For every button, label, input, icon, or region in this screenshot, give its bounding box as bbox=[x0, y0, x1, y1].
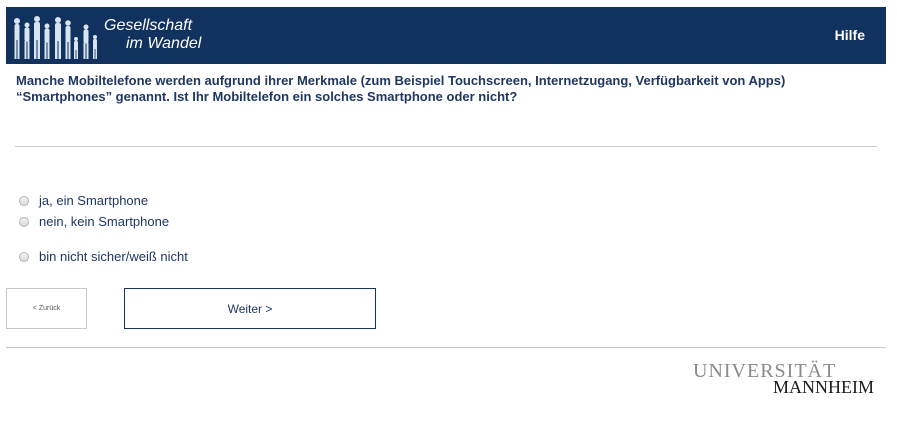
logo-title-line1: Gesellschaft bbox=[104, 17, 193, 34]
help-link[interactable]: Hilfe bbox=[835, 27, 865, 43]
radio-button[interactable] bbox=[19, 195, 29, 206]
answer-option-label: nein, kein Smartphone bbox=[39, 214, 170, 229]
next-button[interactable]: Weiter > bbox=[124, 288, 376, 329]
people-silhouettes-icon bbox=[14, 16, 97, 59]
answer-option-yes[interactable]: ja, ein Smartphone bbox=[19, 193, 148, 208]
back-button[interactable]: < Zurück bbox=[6, 288, 87, 329]
answer-option-no[interactable]: nein, kein Smartphone bbox=[19, 214, 169, 229]
question-line1: Manche Mobiltelefone werden aufgrund ihr… bbox=[16, 73, 786, 88]
header-bar: Gesellschaft im Wandel Hilfe bbox=[6, 7, 886, 64]
divider bbox=[15, 146, 877, 147]
university-mannheim-logo: UNIVERSITÄT MANNHEIM bbox=[693, 360, 875, 400]
answer-option-label: ja, ein Smartphone bbox=[39, 193, 149, 208]
question-line2: “Smartphones” genannt. Ist Ihr Mobiltele… bbox=[16, 89, 518, 104]
logo-title-line2: im Wandel bbox=[126, 35, 202, 52]
radio-button[interactable] bbox=[19, 216, 29, 227]
divider bbox=[6, 347, 886, 348]
radio-button[interactable] bbox=[19, 251, 29, 262]
gesellschaft-im-wandel-logo: Gesellschaft im Wandel bbox=[10, 11, 210, 63]
question-text: Manche Mobiltelefone werden aufgrund ihr… bbox=[16, 73, 876, 105]
answer-option-unsure[interactable]: bin nicht sicher/weiß nicht bbox=[19, 249, 188, 264]
university-logo-line2: MANNHEIM bbox=[773, 377, 874, 397]
answer-option-label: bin nicht sicher/weiß nicht bbox=[39, 249, 188, 264]
